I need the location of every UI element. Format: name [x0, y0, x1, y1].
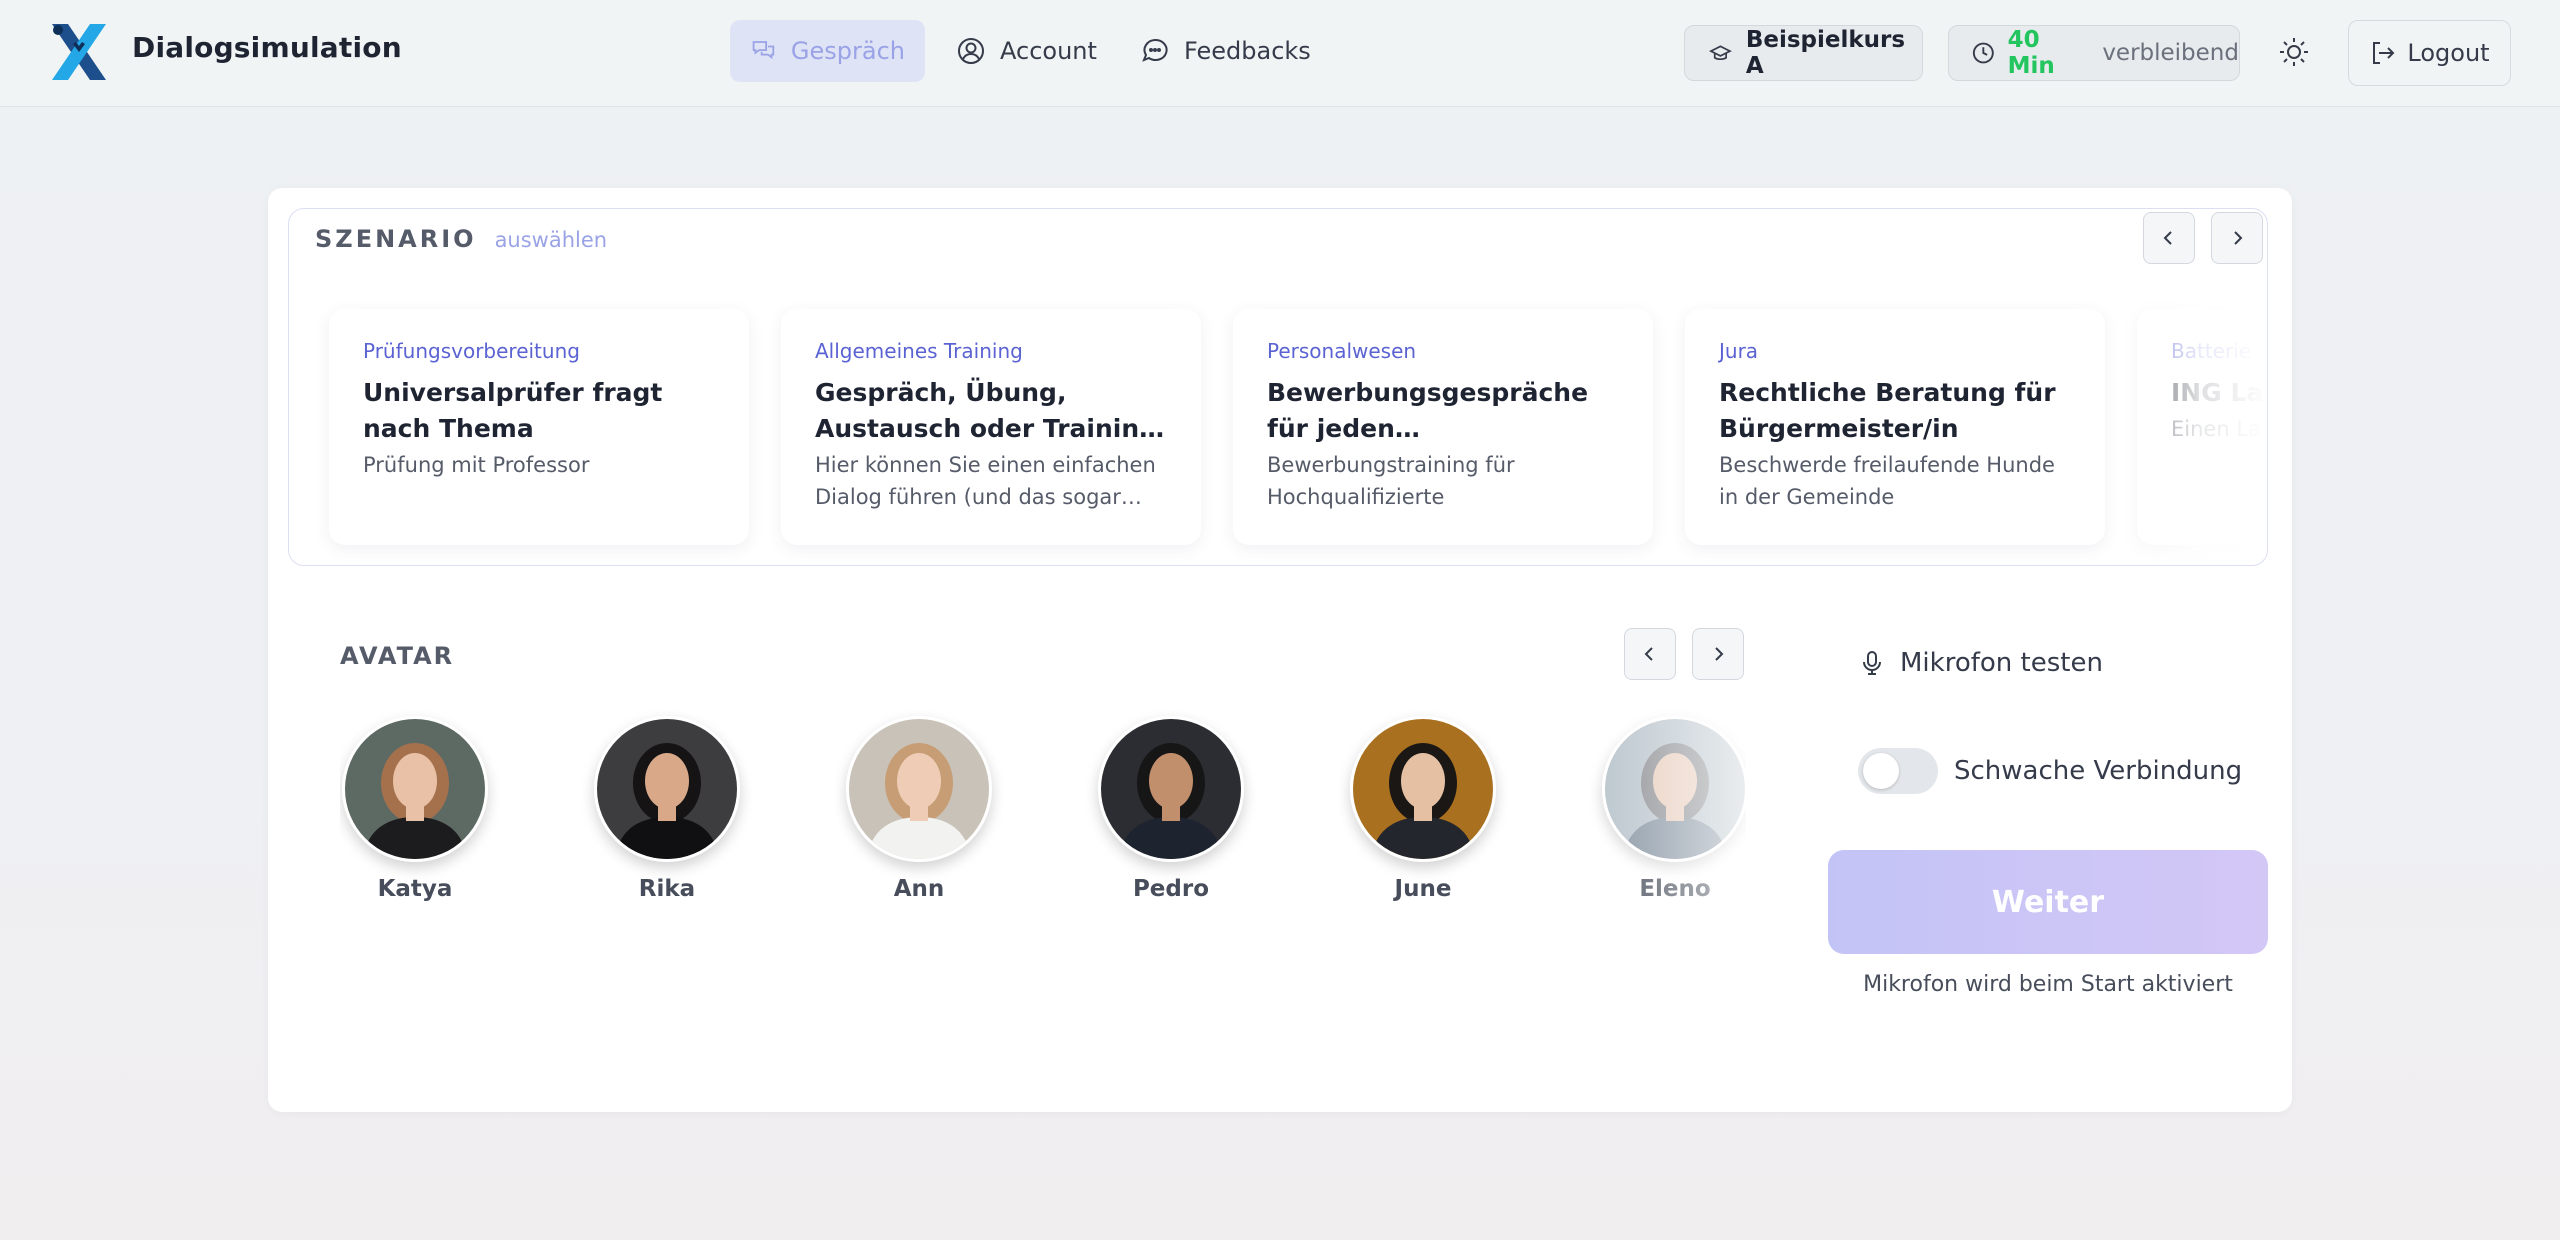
- scenario-card[interactable]: Jura Rechtliche Beratung für Bürgermeist…: [1685, 309, 2105, 545]
- avatar-carousel: Katya Rika Ann Pedro June Eleno: [340, 708, 1746, 908]
- scenario-description: Bewerbungstraining für Hochqualifizierte: [1267, 453, 1515, 509]
- scenario-card[interactable]: Prüfungsvorbereitung Universalprüfer fra…: [329, 309, 749, 545]
- avatar-item[interactable]: June: [1348, 708, 1498, 902]
- top-bar: Dialogsimulation Gespräch Account Feedba…: [0, 0, 2560, 107]
- avatar-portrait: [1350, 716, 1496, 862]
- microphone-icon: [1863, 651, 1881, 675]
- time-value: 40 Min: [2007, 27, 2055, 79]
- time-remaining: 40 Min verbleibend: [1948, 25, 2240, 81]
- avatar-title: AVATAR: [340, 642, 455, 670]
- avatar-next-button[interactable]: [1692, 628, 1744, 680]
- nav-account[interactable]: Account: [936, 20, 1117, 82]
- scenario-name: ING Lab Reflekt: [2171, 378, 2267, 407]
- toggle-knob: [1863, 753, 1899, 789]
- avatar-prev-button[interactable]: [1624, 628, 1676, 680]
- scenario-category: Batterie: [2171, 339, 2252, 363]
- chevron-right-icon: [1715, 647, 1724, 661]
- scenario-subtitle: auswählen: [494, 228, 608, 252]
- avatar-item[interactable]: Pedro: [1096, 708, 1246, 902]
- avatar-name: Pedro: [1132, 876, 1210, 902]
- avatar-portrait: [846, 716, 992, 862]
- scenario-category: Personalwesen: [1267, 339, 1417, 363]
- scenario-section: SZENARIO auswählen Prüfungsvorbereitung …: [288, 208, 2268, 566]
- scenario-name: Gespräch, Übung, Austausch oder Training…: [815, 378, 1158, 443]
- mic-test-button[interactable]: Mikrofon testen: [1858, 648, 2103, 678]
- app-logo-icon[interactable]: [46, 20, 112, 84]
- scenario-description: Einen La dokume: [2171, 417, 2267, 441]
- logout-icon: [2373, 42, 2395, 64]
- scenario-description: Beschwerde freilaufende Hunde in der Gem…: [1719, 453, 2055, 509]
- avatar-portrait: [1602, 716, 1746, 862]
- scenario-name: Universalprüfer fragt nach Thema: [363, 378, 663, 443]
- avatar-item[interactable]: Katya: [340, 708, 490, 902]
- scenario-prev-button[interactable]: [2143, 212, 2195, 264]
- weiter-button[interactable]: Weiter: [1828, 850, 2268, 954]
- scenario-category: Jura: [1719, 339, 1759, 363]
- logout-button[interactable]: Logout: [2348, 20, 2511, 86]
- avatar-portrait: [1098, 716, 1244, 862]
- chevron-left-icon: [1644, 647, 1653, 661]
- mic-hint: Mikrofon wird beim Start aktiviert: [1863, 972, 2233, 997]
- graduation-cap-icon: [1709, 45, 1732, 61]
- avatar-portrait: [594, 716, 740, 862]
- chevron-left-icon: [2163, 231, 2172, 245]
- scenario-name: Bewerbungsgespräche für jeden (akademisc…: [1267, 378, 1589, 443]
- scenario-card[interactable]: Personalwesen Bewerbungsgespräche für je…: [1233, 309, 1653, 545]
- avatar-portrait: [342, 716, 488, 862]
- course-selector[interactable]: Beispielkurs A: [1684, 25, 1923, 81]
- scenario-category: Allgemeines Training: [815, 339, 1023, 363]
- course-name: Beispielkurs A: [1745, 27, 1906, 79]
- scenario-card[interactable]: Batterie ING Lab Reflekt Einen La dokume: [2137, 309, 2267, 545]
- scenario-heading: SZENARIO auswählen: [315, 225, 607, 253]
- logout-label: Logout: [2407, 39, 2490, 67]
- scenario-name: Rechtliche Beratung für Bürgermeister/in: [1719, 378, 2056, 443]
- mic-test-label: Mikrofon testen: [1900, 648, 2103, 678]
- theme-toggle-sun-icon[interactable]: [2276, 34, 2312, 70]
- nav-account-label: Account: [1000, 37, 1097, 65]
- scenario-title: SZENARIO: [315, 225, 477, 253]
- chevron-right-icon: [2234, 231, 2243, 245]
- scenario-card[interactable]: Allgemeines Training Gespräch, Übung, Au…: [781, 309, 1201, 545]
- nav-gespraech[interactable]: Gespräch: [730, 20, 925, 82]
- avatar-item[interactable]: Ann: [844, 708, 994, 902]
- main-card: SZENARIO auswählen Prüfungsvorbereitung …: [268, 188, 2292, 1112]
- nav-feedbacks-label: Feedbacks: [1184, 37, 1311, 65]
- message-circle-icon: [1142, 38, 1168, 62]
- user-circle-icon: [958, 38, 984, 64]
- avatar-name: June: [1394, 876, 1452, 902]
- scenario-description: Hier können Sie einen einfachen Dialog f…: [815, 453, 1156, 509]
- avatar-name: Eleno: [1639, 876, 1711, 902]
- avatar-name: Ann: [893, 876, 945, 902]
- weak-connection-toggle[interactable]: [1858, 748, 1938, 794]
- nav-gespraech-label: Gespräch: [790, 37, 905, 65]
- clock-icon: [1972, 42, 1994, 64]
- scenario-category: Prüfungsvorbereitung: [363, 339, 580, 363]
- brand-title[interactable]: Dialogsimulation: [132, 31, 402, 64]
- time-suffix: verbleibend: [2102, 40, 2239, 66]
- avatar-item[interactable]: Eleno: [1600, 708, 1746, 902]
- nav-feedbacks[interactable]: Feedbacks: [1120, 20, 1331, 82]
- weak-connection-row: Schwache Verbindung: [1858, 748, 2242, 794]
- scenario-description: Prüfung mit Professor: [363, 453, 590, 477]
- avatar-item[interactable]: Rika: [592, 708, 742, 902]
- avatar-name: Katya: [377, 876, 453, 902]
- avatar-name: Rika: [638, 876, 696, 902]
- scenario-next-button[interactable]: [2211, 212, 2263, 264]
- chat-bubbles-icon: [752, 41, 775, 60]
- weak-connection-label: Schwache Verbindung: [1954, 756, 2243, 786]
